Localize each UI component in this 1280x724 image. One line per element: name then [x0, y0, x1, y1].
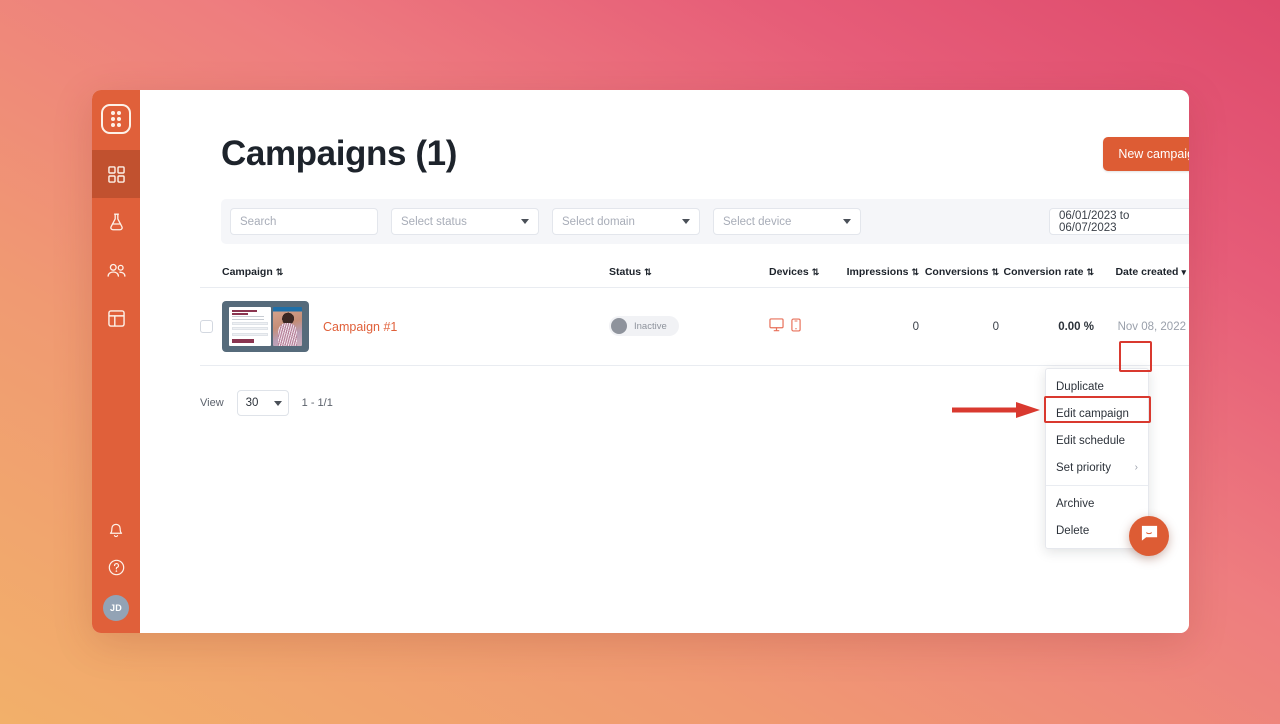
column-header-conversion-rate[interactable]: Conversion rate ⇅: [999, 266, 1095, 278]
column-label: Devices: [769, 266, 809, 278]
sort-icon: ⇅: [1086, 266, 1094, 277]
table-header-row: Campaign ⇅ Status ⇅ Devices ⇅ Impression…: [200, 266, 1189, 288]
domain-select-label: Select domain: [562, 215, 635, 228]
campaigns-table: Campaign ⇅ Status ⇅ Devices ⇅ Impression…: [168, 266, 1189, 366]
column-header-conversions[interactable]: Conversions ⇅: [919, 266, 999, 278]
column-header-impressions[interactable]: Impressions ⇅: [834, 266, 919, 278]
mobile-icon: [791, 318, 801, 335]
device-select[interactable]: Select device: [713, 208, 861, 235]
device-select-label: Select device: [723, 215, 792, 228]
sidebar-item-experiments[interactable]: [92, 198, 140, 246]
column-header-devices[interactable]: Devices ⇅: [769, 266, 834, 278]
grid-icon: [107, 165, 125, 183]
chevron-down-icon: [682, 219, 690, 224]
pagination-range: 1 - 1/1: [301, 397, 333, 409]
date-created-value: Nov 08, 2022: [1117, 320, 1186, 333]
people-icon: [106, 263, 126, 278]
status-select[interactable]: Select status: [391, 208, 539, 235]
chevron-down-icon: [273, 400, 282, 406]
menu-item-edit-schedule[interactable]: Edit schedule: [1046, 427, 1148, 454]
page-title: Campaigns (1): [221, 134, 457, 173]
column-header-date-created[interactable]: Date created ▾: [1094, 266, 1186, 278]
menu-item-duplicate[interactable]: Duplicate: [1046, 373, 1148, 400]
column-label: Conversions: [924, 266, 989, 278]
search-input[interactable]: Search: [230, 208, 378, 235]
domain-select[interactable]: Select domain: [552, 208, 700, 235]
impressions-value: 0: [912, 320, 919, 333]
sidebar-item-templates[interactable]: [92, 294, 140, 342]
chevron-right-icon: ›: [1134, 462, 1138, 473]
campaign-cell: Campaign #1: [222, 301, 609, 352]
column-header-campaign[interactable]: Campaign ⇅: [222, 266, 609, 278]
sort-desc-icon: ▾: [1181, 266, 1186, 277]
sidebar-bottom: JD: [92, 523, 140, 621]
row-actions-cell: [1186, 315, 1189, 339]
app-window: JD Campaigns (1) New campaign Search Sel…: [92, 90, 1189, 633]
campaign-name-link[interactable]: Campaign #1: [323, 320, 397, 334]
status-label: Inactive: [634, 320, 667, 332]
avatar[interactable]: JD: [103, 595, 129, 621]
chevron-down-icon: [521, 219, 529, 224]
view-label: View: [200, 397, 224, 409]
page-size-select[interactable]: 30: [236, 390, 289, 416]
chat-widget-button[interactable]: [1129, 516, 1169, 556]
menu-item-label: Edit campaign: [1056, 407, 1129, 420]
layout-icon: [107, 309, 125, 327]
table-row: Campaign #1 Inactive 0 0 0.00 % Nov 08, …: [200, 288, 1189, 366]
menu-item-archive[interactable]: Archive: [1046, 490, 1148, 517]
sort-icon: ⇅: [275, 266, 284, 277]
menu-item-label: Set priority: [1056, 461, 1111, 474]
column-label: Status: [609, 266, 642, 278]
column-label: Campaign: [222, 266, 273, 278]
bell-icon[interactable]: [108, 523, 124, 545]
menu-item-label: Edit schedule: [1056, 434, 1126, 447]
sort-icon: ⇅: [991, 266, 999, 277]
page-header: Campaigns (1) New campaign: [168, 90, 1189, 174]
sidebar: JD: [92, 90, 140, 633]
toggle-knob: [611, 318, 627, 334]
devices-cell: [769, 318, 834, 335]
sidebar-item-dashboard[interactable]: [92, 150, 140, 198]
chat-bubble-icon: [1140, 524, 1159, 548]
table-footer: View 30 1 - 1/1: [168, 390, 1189, 416]
sort-icon: ⇅: [644, 266, 652, 277]
column-label: Conversion rate: [1003, 266, 1084, 278]
status-cell: Inactive: [609, 316, 769, 337]
menu-item-label: Archive: [1056, 497, 1095, 510]
new-campaign-button[interactable]: New campaign: [1103, 137, 1189, 171]
row-checkbox-cell: [200, 320, 222, 333]
sidebar-item-audiences[interactable]: [92, 246, 140, 294]
menu-item-label: Delete: [1056, 524, 1090, 537]
thumbnail-form-card: [229, 307, 271, 346]
date-range-picker[interactable]: 06/01/2023 to 06/07/2023: [1049, 208, 1189, 235]
conversion-rate-value: 0.00 %: [1058, 320, 1094, 333]
page-size-value: 30: [245, 397, 259, 409]
app-logo-grid-icon[interactable]: [101, 104, 131, 134]
menu-item-label: Duplicate: [1056, 380, 1104, 393]
filter-bar: Search Select status Select domain Selec…: [221, 199, 1189, 244]
campaign-thumbnail[interactable]: [222, 301, 309, 352]
menu-separator: [1046, 485, 1148, 486]
main-content: Campaigns (1) New campaign Search Select…: [140, 90, 1189, 633]
sort-icon: ⇅: [911, 266, 919, 277]
thumbnail-photo: [273, 307, 302, 346]
flask-icon: [108, 213, 125, 231]
chevron-down-icon: [843, 219, 851, 224]
column-label: Date created: [1115, 266, 1179, 278]
column-header-status[interactable]: Status ⇅: [609, 266, 769, 278]
question-circle-icon[interactable]: [108, 559, 125, 581]
sidebar-nav: [92, 150, 140, 342]
date-range-label: 06/01/2023 to 06/07/2023: [1059, 209, 1130, 234]
status-select-label: Select status: [401, 215, 467, 228]
menu-item-set-priority[interactable]: Set priority ›: [1046, 454, 1148, 481]
conversions-value: 0: [992, 320, 999, 333]
menu-item-edit-campaign[interactable]: Edit campaign: [1046, 400, 1148, 427]
row-checkbox[interactable]: [200, 320, 213, 333]
column-label: Impressions: [846, 266, 909, 278]
desktop-icon: [769, 318, 784, 335]
sort-icon: ⇅: [811, 266, 820, 277]
status-toggle[interactable]: Inactive: [609, 316, 679, 336]
logo-dots: [111, 111, 121, 127]
